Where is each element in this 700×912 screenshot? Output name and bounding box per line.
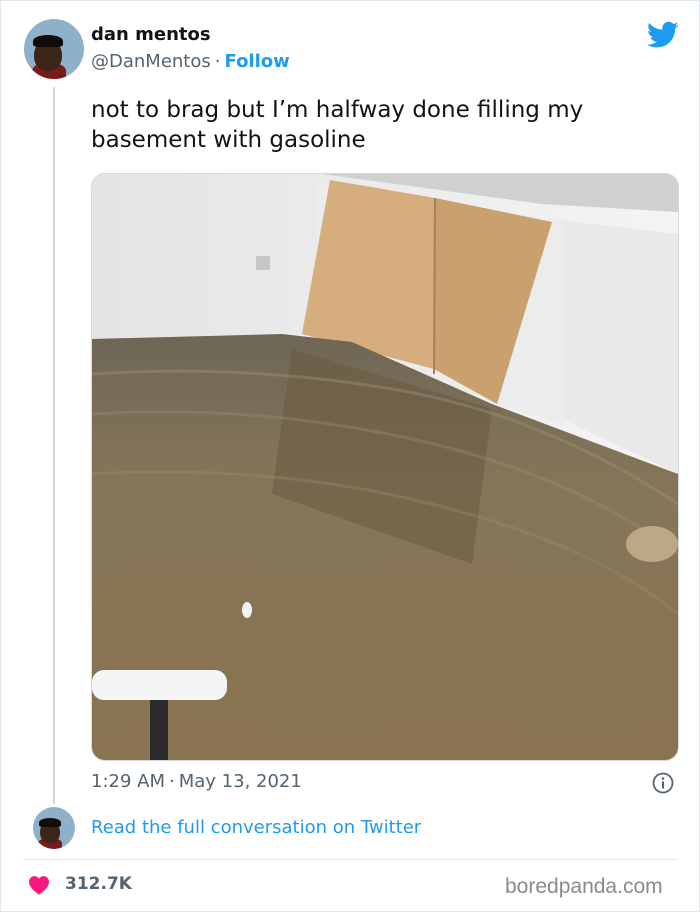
divider (23, 859, 678, 860)
author-name[interactable]: dan mentos (91, 24, 211, 45)
read-conversation-link[interactable]: Read the full conversation on Twitter (91, 817, 421, 838)
info-icon[interactable] (652, 772, 674, 794)
follow-button[interactable]: Follow (225, 51, 290, 72)
tweet-timestamp[interactable]: 1:29 AM · May 13, 2021 (91, 771, 302, 792)
tweet-text: not to brag but I’m halfway done filling… (91, 97, 584, 153)
tweet-date: May 13, 2021 (178, 771, 302, 792)
flooded-room-image (92, 174, 678, 760)
heart-icon[interactable] (28, 875, 50, 895)
author-avatar[interactable] (24, 19, 84, 79)
tweet-card: dan mentos @DanMentos · Follow not to brag… (0, 0, 700, 912)
tweet-time: 1:29 AM (91, 771, 165, 792)
author-handle[interactable]: @DanMentos (91, 51, 211, 72)
tweet-photo[interactable] (91, 173, 679, 761)
reply-avatar[interactable] (33, 807, 75, 849)
author-handle-row: @DanMentos · Follow (91, 51, 290, 72)
thread-line (53, 87, 55, 804)
like-count[interactable]: 312.7K (65, 874, 132, 894)
twitter-bird-icon[interactable] (647, 21, 679, 49)
separator-dot: · (214, 51, 221, 72)
separator-dot: · (169, 771, 175, 792)
watermark: boredpanda.com (505, 875, 663, 898)
